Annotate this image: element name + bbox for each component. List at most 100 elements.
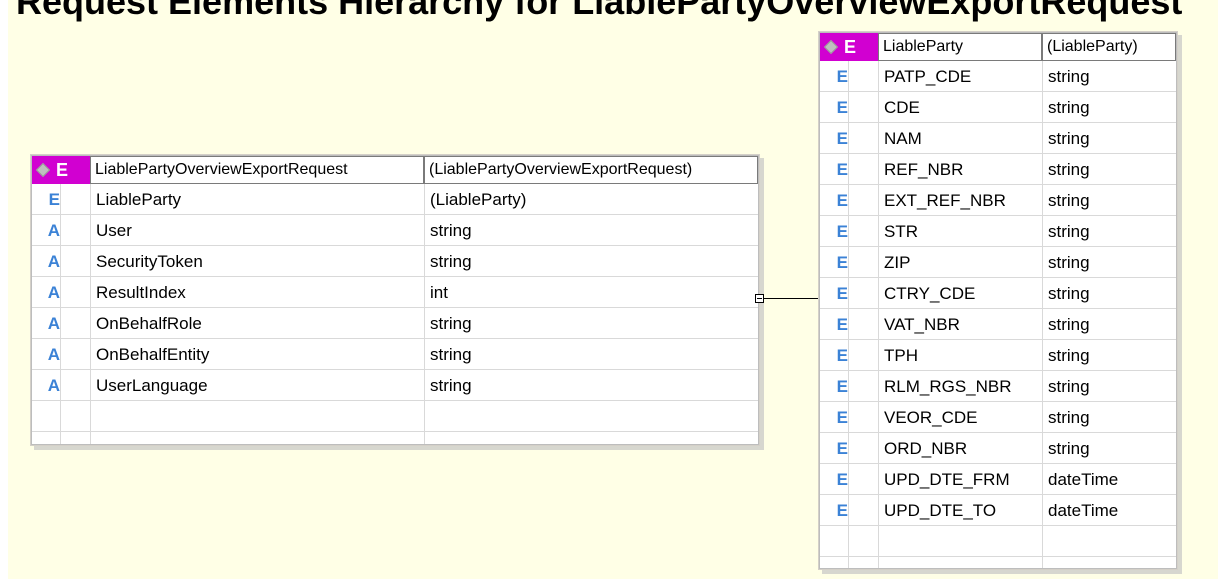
element-kind-icon: E bbox=[836, 438, 848, 458]
diagram-canvas: Request Elements Hierarchy for LiablePar… bbox=[8, 0, 1218, 579]
element-kind-icon bbox=[820, 526, 848, 557]
entity-row[interactable]: A User string bbox=[32, 215, 758, 246]
entity-row[interactable]: E VEOR_CDE string bbox=[820, 402, 1176, 433]
entity-row[interactable]: E REF_NBR string bbox=[820, 154, 1176, 185]
row-name: VEOR_CDE bbox=[884, 407, 978, 427]
entity-row[interactable] bbox=[32, 401, 758, 432]
element-kind-icon: E bbox=[844, 36, 857, 57]
attribute-kind-icon: A bbox=[47, 313, 60, 333]
row-name: UPD_DTE_FRM bbox=[884, 469, 1010, 489]
row-type: string bbox=[1048, 283, 1090, 303]
row-type: string bbox=[1048, 252, 1090, 272]
row-type: string bbox=[1048, 97, 1090, 117]
element-kind-icon: E bbox=[836, 66, 848, 86]
row-name: UPD_DTE_TO bbox=[884, 500, 997, 520]
row-name: SecurityToken bbox=[96, 251, 203, 271]
entity-row[interactable]: A OnBehalfRole string bbox=[32, 308, 758, 339]
entity-rows: E LiableParty (LiableParty) A User string A Sec… bbox=[32, 184, 758, 432]
entity-row[interactable]: E TPH string bbox=[820, 340, 1176, 371]
entity-header-icons: E bbox=[820, 33, 856, 61]
row-type: string bbox=[1048, 128, 1090, 148]
row-type: string bbox=[1048, 407, 1090, 427]
row-type: string bbox=[1048, 345, 1090, 365]
entity-name: LiableParty bbox=[878, 33, 1042, 61]
relationship-connector bbox=[764, 298, 819, 299]
row-name: TPH bbox=[884, 345, 918, 365]
attribute-kind-icon: A bbox=[47, 375, 60, 395]
row-name: NAM bbox=[884, 128, 922, 148]
attribute-kind-icon: A bbox=[47, 251, 60, 271]
row-type: string bbox=[1048, 314, 1090, 334]
entity-box-liableparty-overview-export-request[interactable]: E LiablePartyOverviewExportRequest (Liab… bbox=[30, 154, 760, 446]
entity-header-icons: E bbox=[32, 156, 68, 184]
entity-box-liableparty[interactable]: E LiableParty (LiableParty) E PATP_CDE str… bbox=[818, 31, 1178, 570]
entity-row[interactable]: E ORD_NBR string bbox=[820, 433, 1176, 464]
row-type: string bbox=[1048, 66, 1090, 86]
row-type: string bbox=[430, 220, 472, 240]
row-name: PATP_CDE bbox=[884, 66, 972, 86]
attribute-kind-icon: A bbox=[47, 282, 60, 302]
entity-row[interactable]: E CTRY_CDE string bbox=[820, 278, 1176, 309]
row-type: string bbox=[430, 375, 472, 395]
entity-row[interactable]: E ZIP string bbox=[820, 247, 1176, 278]
entity-header[interactable]: E LiableParty (LiableParty) bbox=[820, 33, 1176, 61]
entity-row[interactable]: E VAT_NBR string bbox=[820, 309, 1176, 340]
row-name: OnBehalfEntity bbox=[96, 344, 210, 364]
row-type: string bbox=[1048, 376, 1090, 396]
entity-type: (LiableParty) bbox=[1042, 33, 1176, 61]
row-name: VAT_NBR bbox=[884, 314, 960, 334]
diamond-icon bbox=[823, 39, 839, 55]
entity-row[interactable]: E UPD_DTE_TO dateTime bbox=[820, 495, 1176, 526]
row-type: (LiableParty) bbox=[430, 189, 527, 209]
entity-row[interactable]: E LiableParty (LiableParty) bbox=[32, 184, 758, 215]
page-heading: Request Elements Hierarchy for LiablePar… bbox=[16, 0, 1183, 22]
element-kind-icon: E bbox=[836, 500, 848, 520]
element-kind-icon: E bbox=[836, 314, 848, 334]
element-kind-icon: E bbox=[836, 128, 848, 148]
row-name: CTRY_CDE bbox=[884, 283, 976, 303]
row-type: string bbox=[1048, 190, 1090, 210]
entity-row[interactable]: A OnBehalfEntity string bbox=[32, 339, 758, 370]
element-kind-icon: E bbox=[836, 159, 848, 179]
element-kind-icon: E bbox=[836, 407, 848, 427]
element-kind-icon: E bbox=[836, 376, 848, 396]
entity-row[interactable]: E UPD_DTE_FRM dateTime bbox=[820, 464, 1176, 495]
element-kind-icon: E bbox=[836, 345, 848, 365]
row-name: ZIP bbox=[884, 252, 911, 272]
row-type: dateTime bbox=[1048, 500, 1119, 520]
element-kind-icon: E bbox=[48, 189, 60, 209]
row-name: LiableParty bbox=[96, 189, 182, 209]
row-name: UserLanguage bbox=[96, 375, 208, 395]
entity-row[interactable] bbox=[820, 526, 1176, 557]
element-kind-icon: E bbox=[836, 221, 848, 241]
row-name: RLM_RGS_NBR bbox=[884, 376, 1012, 396]
entity-type: (LiablePartyOverviewExportRequest) bbox=[424, 156, 758, 184]
row-name: REF_NBR bbox=[884, 159, 964, 179]
entity-row[interactable]: A SecurityToken string bbox=[32, 246, 758, 277]
attribute-kind-icon: A bbox=[47, 344, 60, 364]
entity-row[interactable]: E NAM string bbox=[820, 123, 1176, 154]
row-type: dateTime bbox=[1048, 469, 1119, 489]
row-name: OnBehalfRole bbox=[96, 313, 202, 333]
entity-row[interactable]: E CDE string bbox=[820, 92, 1176, 123]
entity-row[interactable]: E RLM_RGS_NBR string bbox=[820, 371, 1176, 402]
entity-header[interactable]: E LiablePartyOverviewExportRequest (Liab… bbox=[32, 156, 758, 184]
entity-name: LiablePartyOverviewExportRequest bbox=[90, 156, 424, 184]
entity-rows: E PATP_CDE string E CDE string E NAM string E REF_… bbox=[820, 61, 1176, 557]
entity-row[interactable]: E PATP_CDE string bbox=[820, 61, 1176, 92]
entity-row[interactable]: A ResultIndex int bbox=[32, 277, 758, 308]
entity-row[interactable]: E EXT_REF_NBR string bbox=[820, 185, 1176, 216]
row-type: string bbox=[1048, 221, 1090, 241]
entity-row[interactable]: A UserLanguage string bbox=[32, 370, 758, 401]
row-type: int bbox=[430, 282, 448, 302]
row-name: User bbox=[96, 220, 132, 240]
row-type: string bbox=[430, 344, 472, 364]
row-type: string bbox=[1048, 438, 1090, 458]
collapse-toggle-icon[interactable] bbox=[755, 294, 764, 303]
element-kind-icon bbox=[32, 401, 60, 432]
element-kind-icon: E bbox=[836, 190, 848, 210]
row-type: string bbox=[430, 313, 472, 333]
element-kind-icon: E bbox=[836, 469, 848, 489]
entity-row[interactable]: E STR string bbox=[820, 216, 1176, 247]
diamond-icon bbox=[35, 162, 51, 178]
